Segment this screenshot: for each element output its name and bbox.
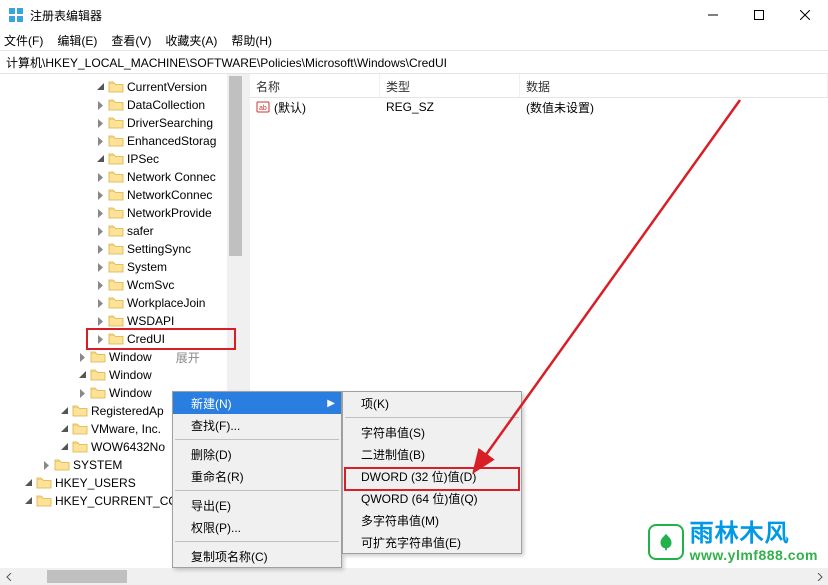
new-multi-string-value[interactable]: 多字符串值(M) (343, 509, 521, 531)
tree-node-label: IPSec (127, 152, 159, 166)
new-submenu: 项(K) 字符串值(S) 二进制值(B) DWORD (32 位)值(D) QW… (342, 391, 522, 554)
tree-node[interactable]: CredUI (0, 330, 244, 348)
tree-node-label: safer (127, 224, 154, 238)
tree-node[interactable]: WSDAPI (0, 312, 244, 330)
watermark-brand: 雨林木风 (690, 521, 818, 547)
tree-node[interactable]: EnhancedStorag (0, 132, 244, 150)
tree-node-label: Window (109, 368, 152, 382)
ctx-rename[interactable]: 重命名(R) (173, 465, 341, 487)
window-title: 注册表编辑器 (30, 7, 102, 24)
maximize-button[interactable] (736, 0, 782, 30)
value-name: (默认) (274, 99, 306, 116)
tree-node-label: WSDAPI (127, 314, 174, 328)
submenu-arrow-icon: ▶ (327, 398, 335, 409)
new-string-value[interactable]: 字符串值(S) (343, 421, 521, 443)
ctx-separator (345, 417, 519, 418)
menu-file[interactable]: 文件(F) (4, 32, 43, 49)
new-qword64-value[interactable]: QWORD (64 位)值(Q) (343, 487, 521, 509)
menu-bar: 文件(F) 编辑(E) 查看(V) 收藏夹(A) 帮助(H) (0, 30, 828, 50)
tree-node-label: Window (109, 350, 152, 364)
menu-view[interactable]: 查看(V) (111, 32, 151, 49)
tree-node[interactable]: SettingSync (0, 240, 244, 258)
ctx-export[interactable]: 导出(E) (173, 494, 341, 516)
tree-node[interactable]: CurrentVersion (0, 78, 244, 96)
minimize-button[interactable] (690, 0, 736, 30)
ctx-delete[interactable]: 删除(D) (173, 443, 341, 465)
ctx-new[interactable]: 新建(N) ▶ (173, 392, 341, 414)
tree-node-label: System (127, 260, 167, 274)
ctx-copy-key-name[interactable]: 复制项名称(C) (173, 545, 341, 567)
ctx-separator (175, 490, 339, 491)
tree-node-label: Window (109, 386, 152, 400)
watermark: 雨林木风 www.ylmf888.com (648, 521, 818, 563)
horizontal-scrollbar[interactable] (0, 568, 828, 585)
app-icon (8, 7, 24, 23)
ctx-find[interactable]: 查找(F)... (173, 414, 341, 436)
tree-node[interactable]: DriverSearching (0, 114, 244, 132)
tree-node-label: CurrentVersion (127, 80, 207, 94)
value-data: (数值未设置) (520, 99, 828, 116)
new-expand-string-value[interactable]: 可扩充字符串值(E) (343, 531, 521, 553)
address-bar[interactable]: 计算机\HKEY_LOCAL_MACHINE\SOFTWARE\Policies… (0, 50, 828, 74)
context-menu: 展开 新建(N) ▶ 查找(F)... 删除(D) 重命名(R) 导出(E) 权… (172, 391, 342, 568)
ctx-separator (175, 541, 339, 542)
tree-node-label: HKEY_CURRENT_CO (55, 494, 178, 508)
menu-edit[interactable]: 编辑(E) (57, 32, 97, 49)
menu-help[interactable]: 帮助(H) (231, 32, 272, 49)
scroll-thumb[interactable] (47, 570, 127, 583)
tree-node-label: DriverSearching (127, 116, 213, 130)
tree-node[interactable]: System (0, 258, 244, 276)
tree-node[interactable]: Network Connec (0, 168, 244, 186)
ctx-separator (175, 439, 339, 440)
column-type[interactable]: 类型 (380, 74, 520, 97)
new-key[interactable]: 项(K) (343, 392, 521, 414)
value-list[interactable]: ab (默认) REG_SZ(数值未设置) (250, 98, 828, 116)
tree-node-label: DataCollection (127, 98, 205, 112)
value-type: REG_SZ (380, 100, 520, 114)
tree-node-label: HKEY_USERS (55, 476, 136, 490)
tree-node-label: NetworkConnec (127, 188, 212, 202)
tree-node[interactable]: IPSec (0, 150, 244, 168)
tree-node-label: NetworkProvide (127, 206, 212, 220)
scroll-left-button[interactable] (0, 568, 17, 585)
column-data[interactable]: 数据 (520, 74, 828, 97)
address-path: 计算机\HKEY_LOCAL_MACHINE\SOFTWARE\Policies… (6, 54, 447, 71)
tree-node-label: WcmSvc (127, 278, 174, 292)
tree-node[interactable]: NetworkConnec (0, 186, 244, 204)
tree-node-label: WorkplaceJoin (127, 296, 205, 310)
tree-node[interactable]: Window (0, 366, 244, 384)
value-row[interactable]: ab (默认) REG_SZ(数值未设置) (250, 98, 828, 116)
svg-text:ab: ab (259, 105, 267, 112)
ctx-new-label: 新建(N) (191, 395, 232, 412)
tree-node-label: VMware, Inc. (91, 422, 161, 436)
tree-node[interactable]: DataCollection (0, 96, 244, 114)
ctx-permissions[interactable]: 权限(P)... (173, 516, 341, 538)
tree-node-label: WOW6432No (91, 440, 165, 454)
tree-node[interactable]: WcmSvc (0, 276, 244, 294)
watermark-icon (648, 524, 684, 560)
tree-node-label: RegisteredAp (91, 404, 164, 418)
tree-node[interactable]: WorkplaceJoin (0, 294, 244, 312)
tree-node-label: EnhancedStorag (127, 134, 216, 148)
tree-node[interactable]: safer (0, 222, 244, 240)
tree-node[interactable]: Window 展开 (0, 348, 244, 366)
scroll-right-button[interactable] (811, 568, 828, 585)
tree-node-label: Network Connec (127, 170, 216, 184)
new-dword32-value[interactable]: DWORD (32 位)值(D) (343, 465, 521, 487)
watermark-url: www.ylmf888.com (690, 548, 818, 563)
column-name[interactable]: 名称 (250, 74, 380, 97)
close-button[interactable] (782, 0, 828, 30)
tree-node-tail: 展开 (176, 349, 200, 366)
new-binary-value[interactable]: 二进制值(B) (343, 443, 521, 465)
menu-favorites[interactable]: 收藏夹(A) (165, 32, 217, 49)
tree-node[interactable]: NetworkProvide (0, 204, 244, 222)
tree-node-label: CredUI (127, 332, 165, 346)
tree-node-label: SYSTEM (73, 458, 122, 472)
tree-node-label: SettingSync (127, 242, 191, 256)
